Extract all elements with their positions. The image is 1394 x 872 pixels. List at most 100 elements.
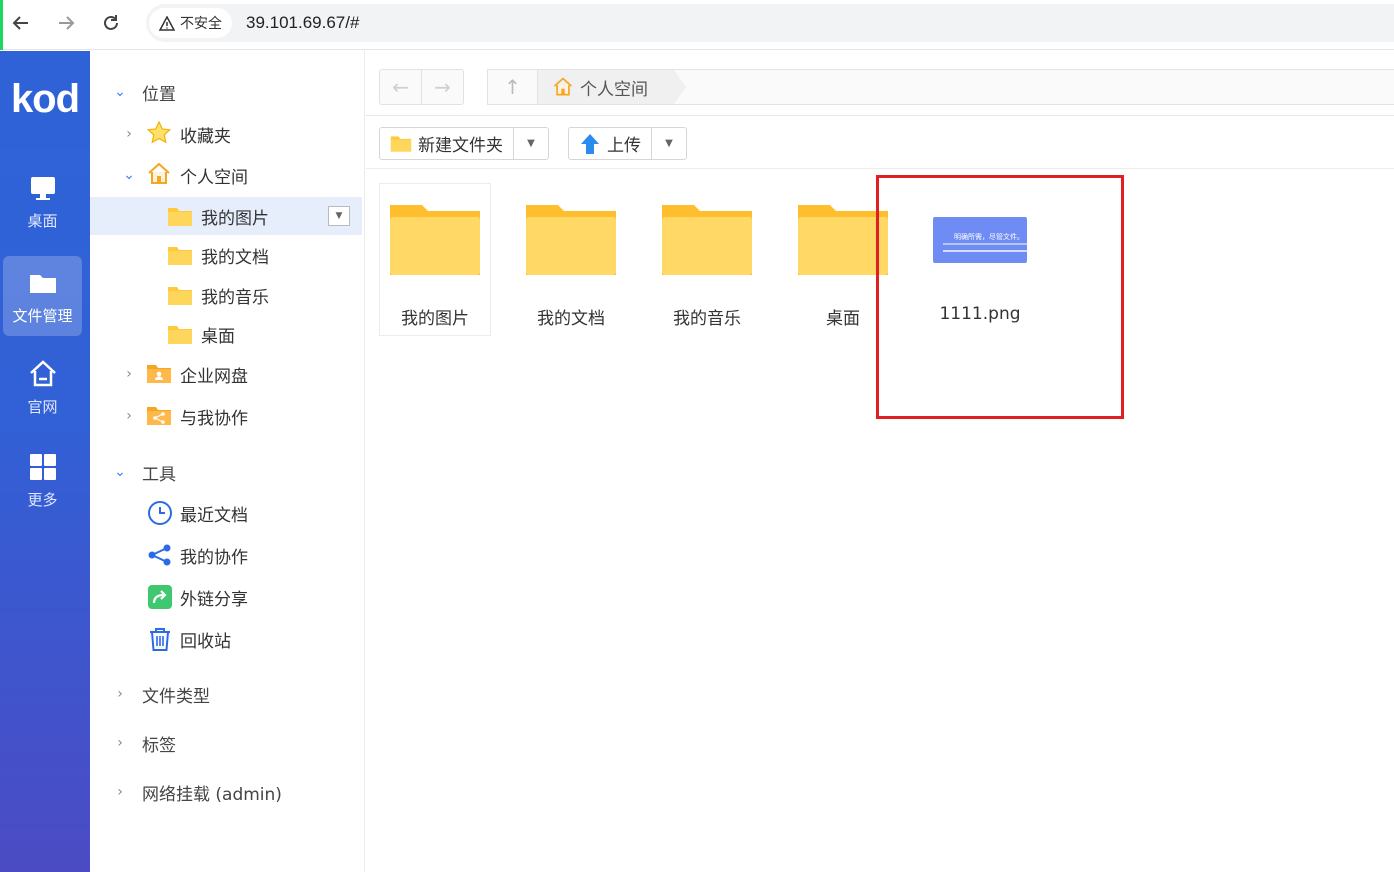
trash-icon [150,628,170,651]
arrow-left-icon: ← [392,75,409,99]
tree-section-tools[interactable]: ⌄ 工具 [90,453,362,491]
row-menu-dropdown[interactable]: ▼ [328,206,350,226]
tab-accent [0,0,3,50]
tree-item-my-music[interactable]: 我的音乐 [90,276,362,314]
arrow-right-icon: → [434,75,451,99]
history-buttons: ← → [379,69,464,105]
tree-item-enterprise-disk[interactable]: › 企业网盘 [90,355,362,393]
tree-item-shared-with-me[interactable]: › 与我协作 [90,397,362,435]
new-folder-dropdown[interactable]: ▼ [514,128,548,159]
home-icon [553,77,573,96]
tree-item-label: 外链分享 [180,589,248,610]
history-back-button[interactable]: ← [380,70,422,104]
chevron-right-icon: › [117,735,123,751]
tree-item-label: 回收站 [180,631,231,652]
tree-item-personal-space[interactable]: ⌄ 个人空间 [90,156,362,194]
url-text[interactable]: 39.101.69.67/# [246,13,359,33]
browser-toolbar: 不安全 39.101.69.67/# [0,0,1394,50]
forward-button[interactable] [51,8,81,38]
reload-icon [104,15,118,30]
tree-section-location[interactable]: ⌄ 位置 [90,73,362,111]
chevron-right-icon: › [117,784,123,800]
folder-icon [168,326,192,344]
enterprise-folder-icon [147,365,171,383]
rail-label: 文件管理 [12,306,73,325]
tree-section-label: 位置 [142,84,176,105]
chevron-right-icon: › [126,366,132,382]
upload-arrow-icon [581,133,599,154]
file-browser-main: ← → ↑ 个人空间 新建文件夹 ▼ 上传 ▼ 我的图片 我的文档 我的音乐 桌… [366,51,1394,872]
tree-item-label: 我的图片 [201,208,269,229]
caret-down-icon: ▼ [665,138,673,149]
folder-tree: ⌄ 位置 › 收藏夹 ⌄ 个人空间 我的图片 ▼ 我的文档 我的音乐 桌面 › … [90,51,449,872]
caret-down-icon: ▼ [527,138,535,149]
reload-button[interactable] [96,8,126,38]
file-item-my-music[interactable]: 我的音乐 [651,183,763,336]
tree-item-recycle-bin[interactable]: 回收站 [90,620,362,658]
tree-section-file-types[interactable]: › 文件类型 [90,675,362,713]
tree-item-label: 收藏夹 [180,126,231,147]
folder-icon [168,247,192,265]
tree-item-label: 桌面 [201,326,235,347]
file-item-my-documents[interactable]: 我的文档 [515,183,627,336]
app-rail: kod 桌面 文件管理 官网 更多 [0,51,90,872]
rail-item-file-manager[interactable]: 文件管理 [3,256,82,336]
clock-icon [148,501,172,525]
breadcrumb-label: 个人空间 [580,79,648,100]
new-folder-button[interactable]: 新建文件夹 [380,128,514,159]
share-nodes-icon [148,544,171,566]
file-name: 我的音乐 [673,309,741,329]
folder-icon [526,205,616,275]
monitor-icon [30,176,55,200]
chevron-down-icon: ⌄ [114,84,126,100]
tree-item-my-pictures[interactable]: 我的图片 ▼ [90,197,362,235]
folder-icon [168,287,192,305]
tree-item-label: 个人空间 [180,167,248,188]
tree-section-label: 文件类型 [142,686,210,707]
rail-label: 官网 [27,397,58,416]
upload-dropdown[interactable]: ▼ [652,128,686,159]
breadcrumb-item-personal-space[interactable]: 个人空间 [538,70,686,104]
history-forward-button[interactable]: → [422,70,463,104]
address-bar[interactable]: 不安全 39.101.69.67/# [146,4,1394,42]
chevron-right-icon: › [126,408,132,424]
path-bar: ← → ↑ 个人空间 [366,51,1394,116]
tree-section-network-mount[interactable]: › 网络挂载 (admin) [90,773,362,811]
shared-folder-icon [147,407,171,425]
tree-item-favorites[interactable]: › 收藏夹 [90,115,362,153]
tree-section-tags[interactable]: › 标签 [90,724,362,762]
rail-item-more[interactable]: 更多 [3,440,82,520]
tree-item-my-collaboration[interactable]: 我的协作 [90,536,362,574]
back-button[interactable] [6,8,36,38]
upload-button[interactable]: 上传 [569,128,652,159]
tree-item-my-documents[interactable]: 我的文档 [90,236,362,274]
file-item-my-pictures[interactable]: 我的图片 [379,183,491,336]
tree-item-desktop[interactable]: 桌面 [90,315,362,353]
rail-item-website[interactable]: 官网 [3,347,82,427]
tree-section-label: 工具 [142,464,176,485]
tree-item-label: 与我协作 [180,408,248,429]
app-logo[interactable]: kod [0,51,90,148]
folder-icon [390,205,480,275]
arrow-left-icon [12,16,28,30]
parent-folder-button[interactable]: ↑ [488,70,538,104]
file-name: 我的图片 [401,309,469,329]
folder-thumb [524,202,618,278]
folder-icon [390,135,412,152]
folder-thumb [660,202,754,278]
security-indicator[interactable]: 不安全 [149,8,232,38]
star-icon [146,120,172,144]
upload-split-button: 上传 ▼ [568,127,687,160]
rail-label: 桌面 [27,211,58,230]
warning-icon [159,15,175,31]
tree-item-label: 最近文档 [180,505,248,526]
annotation-highlight-box [876,175,1124,419]
rail-item-desktop[interactable]: 桌面 [3,161,82,241]
tree-item-recent-docs[interactable]: 最近文档 [90,494,362,532]
tree-item-label: 我的协作 [180,547,248,568]
chevron-down-icon: ⌄ [123,167,135,183]
share-link-icon [148,585,172,609]
file-name: 桌面 [826,309,860,329]
grid-icon [29,453,56,480]
tree-item-external-share[interactable]: 外链分享 [90,578,362,616]
